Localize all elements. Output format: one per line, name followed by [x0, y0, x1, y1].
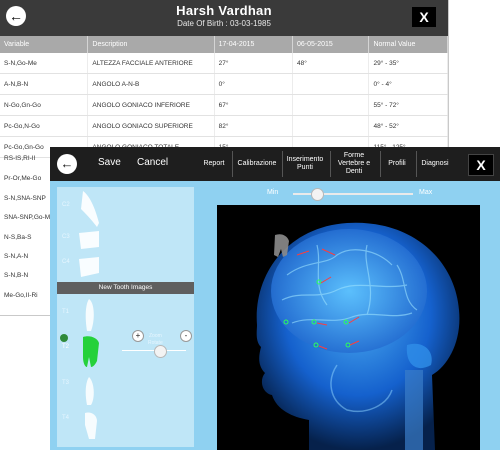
tooth-images-area: C2 C3 C4 New Tooth Images T1 T2 T3 T4 + … [57, 187, 194, 447]
cell-value: 82° [214, 115, 294, 137]
tooth-label: T1 [62, 309, 70, 315]
variable-label: S-N,SNA-SNP [4, 195, 46, 202]
results-header: ← Harsh Vardhan Date Of Birth : 03-03-19… [0, 0, 448, 36]
cell-description: ANGOLO GONIACO SUPERIORE [87, 115, 215, 137]
inserimento-punti-button[interactable]: Inserimento Punti [282, 151, 327, 177]
cell-description: ANGOLO GONIACO INFERIORE [87, 94, 215, 116]
zoom-label: Zoom [149, 333, 162, 339]
col-variable: Variable [0, 36, 89, 53]
col-description: Description [87, 36, 215, 53]
zoom-out-button[interactable]: - [180, 330, 192, 342]
cell-normal: 55° - 72° [368, 94, 448, 116]
variable-label: Pr-Or,Me-Go [4, 175, 42, 182]
cell-normal: 0° - 4° [368, 73, 448, 95]
cell-normal: 48° - 52° [368, 115, 448, 137]
cell-description: ALTEZZA FACCIALE ANTERIORE [87, 53, 215, 74]
close-button[interactable]: X [468, 154, 494, 176]
col-date-2: 06-05-2015 [292, 36, 370, 53]
zoom-in-button[interactable]: + [132, 330, 144, 342]
col-normal-value: Normal Value [368, 36, 448, 53]
table-row[interactable]: S-N,Go-Me ALTEZZA FACCIALE ANTERIORE 27°… [0, 53, 448, 74]
new-tooth-images-header: New Tooth Images [57, 282, 194, 294]
zoom-rotate-control: + Zoom - Rotate [122, 330, 192, 370]
col-date-1: 17-04-2015 [214, 36, 294, 53]
tooth-label: T4 [62, 415, 70, 421]
cell-description: ANGOLO A-N-B [87, 73, 215, 95]
contrast-slider-knob[interactable] [311, 188, 324, 201]
table-header-row: Variable Description 17-04-2015 06-05-20… [0, 36, 448, 53]
variable-label: SNA-SNP,Go-Me [4, 214, 54, 221]
patient-name: Harsh Vardhan [176, 3, 272, 18]
variable-label: Me-Go,II-Ri [4, 292, 38, 299]
close-button[interactable]: X [412, 7, 436, 27]
cell-variable: S-N,Go-Me [0, 53, 89, 74]
variable-label: S-N,B-N [4, 272, 29, 279]
tooth-label: C2 [62, 202, 70, 208]
calibrazione-button[interactable]: Calibrazione [232, 151, 281, 177]
report-button[interactable]: Report [198, 151, 230, 177]
variable-label: RS-IS,RI-II [4, 155, 36, 162]
variable-label: S-N,A-N [4, 253, 29, 260]
cancel-button[interactable]: Cancel [137, 157, 168, 168]
tooth-label: C4 [62, 259, 70, 265]
max-label: Max [419, 189, 433, 196]
tooth-panel: C2 C3 C4 New Tooth Images T1 T2 T3 T4 + … [57, 187, 194, 450]
cell-normal: 29° - 35° [368, 53, 448, 74]
cell-value [292, 73, 370, 95]
cell-value: 48° [292, 53, 370, 74]
tooth-label: C3 [62, 234, 70, 240]
diagnosi-button[interactable]: Diagnosi [416, 151, 453, 177]
profili-button[interactable]: Profili [380, 151, 413, 177]
tooth-shapes[interactable] [79, 297, 109, 445]
cell-value [292, 115, 370, 137]
selected-tooth-indicator [60, 334, 68, 342]
editor-toolbar: ← Save Cancel Report Calibrazione Inseri… [50, 147, 500, 181]
save-button[interactable]: Save [98, 157, 121, 168]
viewer-panel: Min Max [197, 185, 500, 450]
xray-image[interactable] [217, 205, 480, 450]
head-scan-graphic [217, 205, 480, 450]
cell-variable: N-Go,Gn-Go [0, 94, 89, 116]
table-row[interactable]: N-Go,Gn-Go ANGOLO GONIACO INFERIORE 67° … [0, 94, 448, 116]
cell-value: 0° [214, 73, 294, 95]
table-row[interactable]: Pc-Go,N-Go ANGOLO GONIACO SUPERIORE 82° … [0, 115, 448, 137]
back-button[interactable]: ← [57, 154, 77, 174]
editor-window: ← Save Cancel Report Calibrazione Inseri… [50, 147, 500, 450]
results-table: Variable Description 17-04-2015 06-05-20… [0, 36, 448, 158]
forme-vertebre-denti-button[interactable]: Forme Vertebre e Denti [330, 151, 377, 177]
rotate-slider-knob[interactable] [154, 345, 167, 358]
tooth-label: T3 [62, 380, 70, 386]
cell-variable: Pc-Go,N-Go [0, 115, 89, 137]
table-row[interactable]: A-N,B-N ANGOLO A-N-B 0° 0° - 4° [0, 73, 448, 95]
cell-variable: A-N,B-N [0, 73, 89, 95]
cell-value: 67° [214, 94, 294, 116]
variable-label: N-S,Ba-S [4, 234, 32, 241]
cell-value [292, 94, 370, 116]
cell-value: 27° [214, 53, 294, 74]
tooth-label: T2 [62, 344, 70, 350]
patient-dob: Date Of Birth : 03-03-1985 [177, 19, 271, 28]
min-label: Min [267, 189, 279, 196]
vertebra-shapes[interactable] [75, 189, 105, 281]
